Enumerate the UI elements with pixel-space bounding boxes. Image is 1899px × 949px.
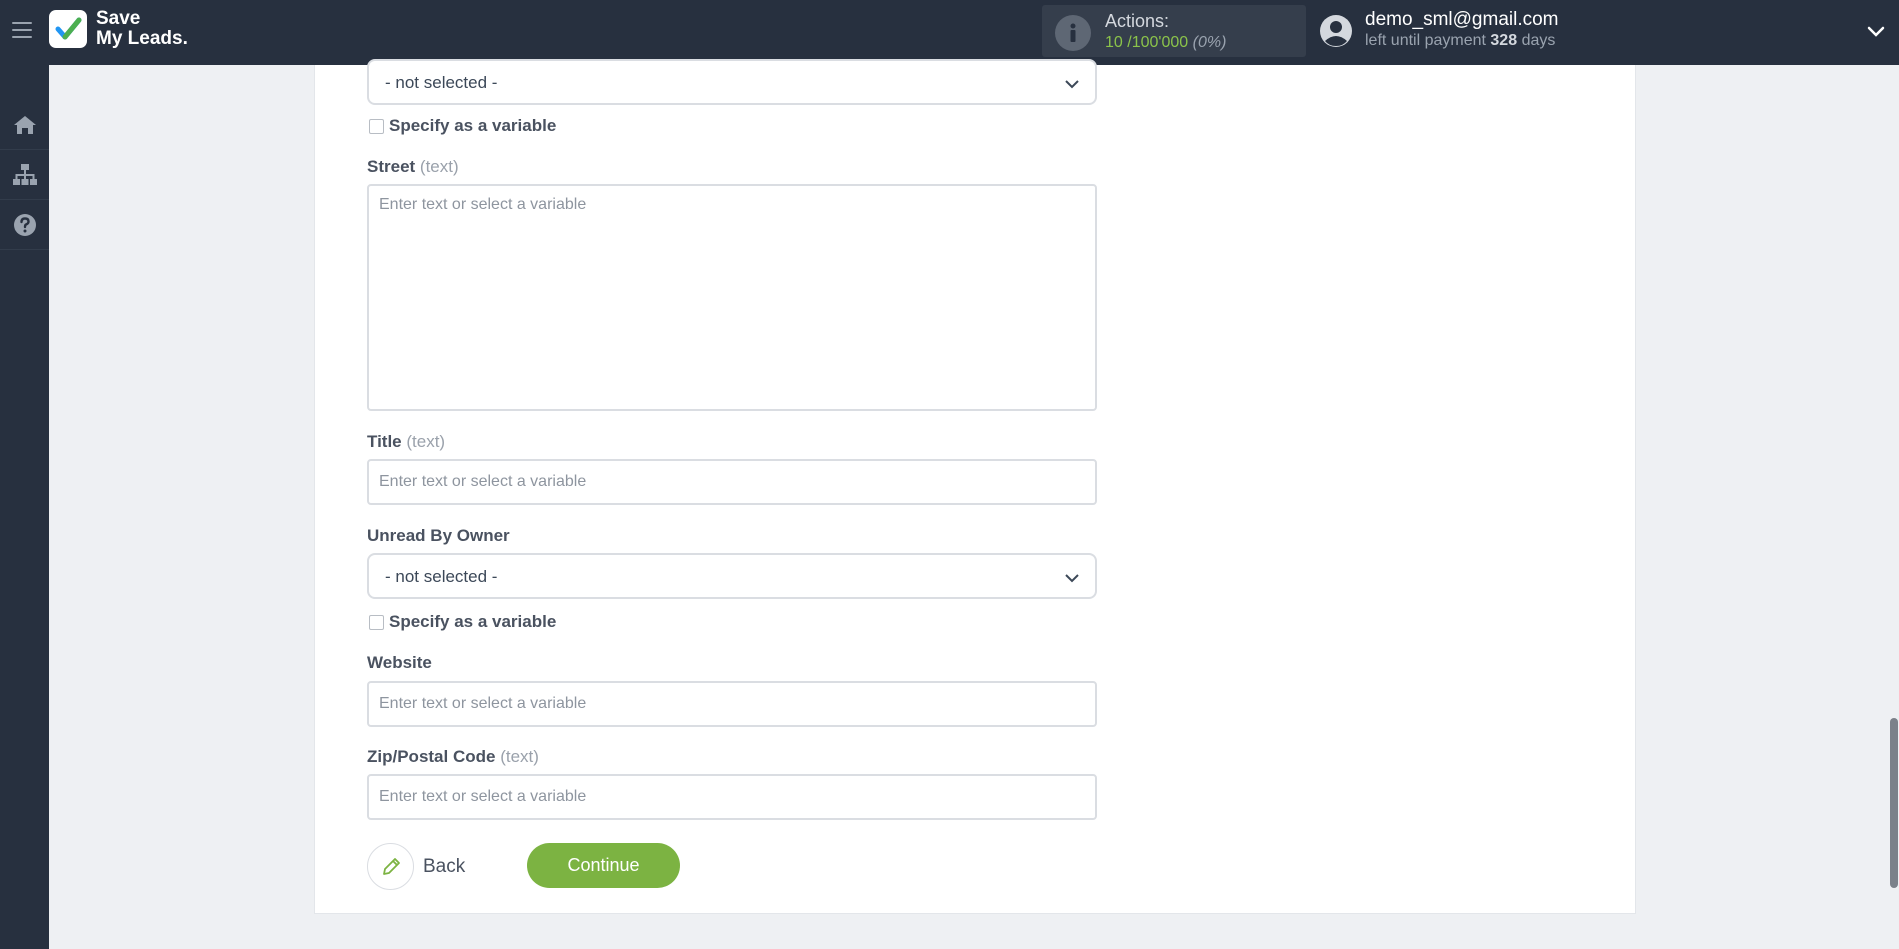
street-textarea[interactable]: [367, 184, 1097, 411]
actions-label: Actions:: [1105, 11, 1170, 31]
home-icon: [13, 115, 36, 134]
back-label: Back: [423, 855, 466, 877]
payment-days: 328: [1490, 32, 1518, 49]
payment-prefix: left until payment: [1365, 32, 1486, 49]
unread-by-owner-label: Unread By Owner: [367, 526, 510, 546]
checkbox-label: Specify as a variable: [389, 116, 557, 135]
help-icon: [13, 213, 36, 236]
chevron-down-icon: [1065, 574, 1079, 583]
sitemap-icon: [12, 163, 37, 185]
street-label-text: Street: [367, 157, 416, 176]
actions-panel: Actions: 10 /100'000 (0%): [1042, 5, 1306, 57]
website-input[interactable]: [367, 681, 1097, 727]
zip-label: Zip/Postal Code (text): [367, 747, 539, 767]
title-input[interactable]: [367, 459, 1097, 505]
top-variable-checkbox[interactable]: Specify as a variable: [369, 116, 556, 136]
zip-label-hint: (text): [500, 747, 539, 766]
street-label-hint: (text): [419, 157, 459, 176]
top-bar: Save My Leads. Actions: 10 /100'000 (0%)…: [0, 0, 1899, 65]
continue-button[interactable]: Continue: [527, 843, 680, 888]
unread-variable-checkbox[interactable]: Specify as a variable: [369, 612, 556, 632]
checkbox[interactable]: [369, 614, 384, 630]
unread-by-owner-select[interactable]: - not selected -: [367, 553, 1097, 599]
checkbox-label: Specify as a variable: [389, 612, 557, 631]
sidebar-item-home[interactable]: [0, 100, 49, 150]
logo-icon[interactable]: [49, 10, 87, 48]
zip-label-text: Zip/Postal Code: [367, 747, 496, 766]
brand-line-1: Save: [96, 8, 141, 29]
street-label: Street (text): [367, 157, 459, 177]
chevron-down-icon[interactable]: [1865, 20, 1887, 42]
actions-total: 100'000: [1131, 34, 1189, 51]
avatar-icon[interactable]: [1319, 14, 1353, 48]
website-label: Website: [367, 653, 432, 673]
title-label-text: Title: [367, 432, 402, 451]
brand-line-2: My Leads.: [96, 28, 188, 49]
title-label-hint: (text): [406, 432, 446, 451]
back-button[interactable]: Back: [367, 843, 465, 890]
sidebar-item-connections[interactable]: [0, 150, 49, 200]
title-label: Title (text): [367, 432, 445, 452]
brand-name[interactable]: Save My Leads.: [96, 9, 188, 49]
pencil-icon: [382, 857, 400, 875]
top-select[interactable]: - not selected -: [367, 59, 1097, 105]
scrollbar-thumb[interactable]: [1890, 718, 1898, 888]
unread-by-owner-label-text: Unread By Owner: [367, 526, 510, 545]
actions-percent: (0%): [1192, 34, 1227, 51]
sidebar-item-help[interactable]: [0, 200, 49, 250]
back-circle[interactable]: [367, 843, 414, 890]
payment-suffix: days: [1521, 32, 1556, 49]
menu-icon[interactable]: [12, 22, 32, 40]
sidebar: [0, 65, 49, 949]
chevron-down-icon: [1065, 80, 1079, 89]
payment-status: left until payment 328 days: [1365, 32, 1555, 50]
info-icon: [1055, 15, 1091, 51]
actions-count: 10 /100'000 (0%): [1105, 34, 1226, 52]
actions-used: 10: [1105, 34, 1123, 51]
website-label-text: Website: [367, 653, 432, 672]
checkbox[interactable]: [369, 118, 384, 134]
top-select-value: - not selected -: [385, 73, 498, 92]
zip-input[interactable]: [367, 774, 1097, 820]
unread-by-owner-value: - not selected -: [385, 567, 498, 586]
user-email[interactable]: demo_sml@gmail.com: [1365, 9, 1559, 31]
